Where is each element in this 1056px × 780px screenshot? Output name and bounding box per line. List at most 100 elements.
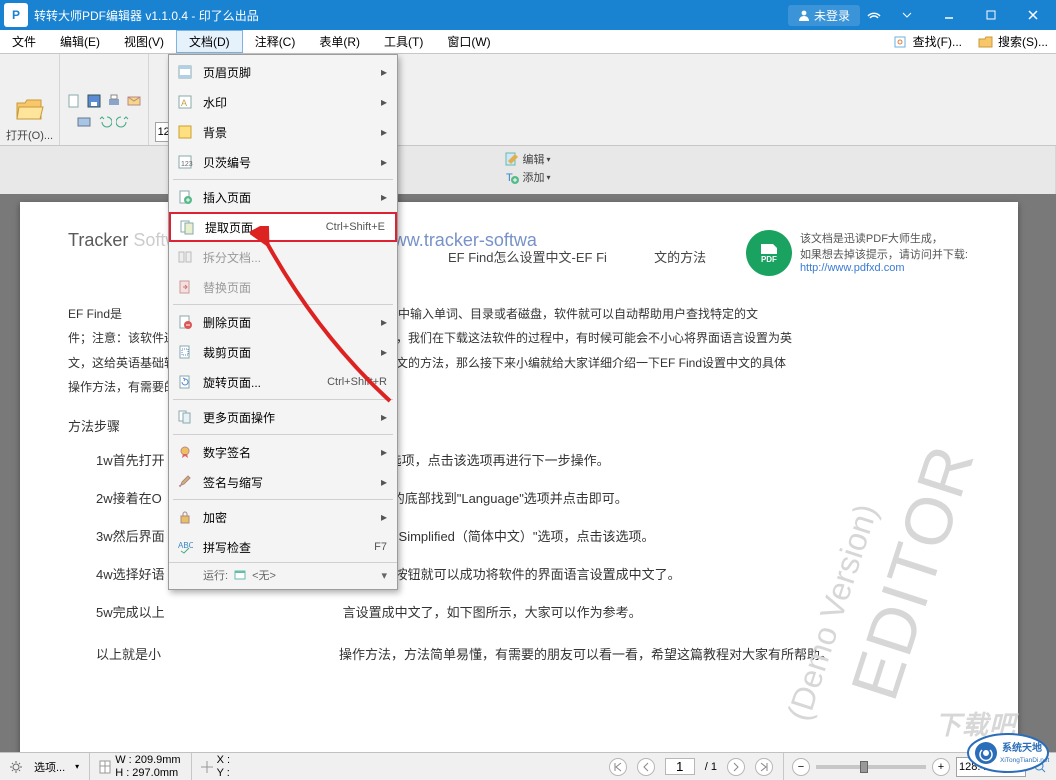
app-logo: P	[4, 3, 28, 27]
svg-text:A: A	[181, 98, 187, 108]
lock-icon	[175, 507, 195, 527]
redo-icon[interactable]	[116, 113, 132, 129]
close-button[interactable]	[1014, 0, 1052, 30]
open-button[interactable]: 打开(O)...	[6, 93, 53, 143]
delete-page-icon	[175, 312, 195, 332]
page-total: / 1	[705, 761, 717, 773]
header-footer-icon	[175, 62, 195, 82]
watermark-icon: A	[175, 92, 195, 112]
window-title: 转转大师PDF编辑器 v1.1.0.4 - 印了么出品	[34, 7, 788, 24]
menu-delete-page[interactable]: 删除页面▸	[169, 307, 397, 337]
find-button[interactable]: 查找(F)...	[885, 30, 970, 53]
rotate-icon	[175, 372, 195, 392]
titlebar: P 转转大师PDF编辑器 v1.1.0.4 - 印了么出品 未登录	[0, 0, 1056, 30]
search-button[interactable]: 搜索(S)...	[970, 30, 1056, 53]
svg-text:系统天地: 系统天地	[1002, 741, 1042, 754]
page-input[interactable]	[665, 758, 695, 775]
ribbon-open-group: 打开(O)...	[0, 54, 60, 145]
pdfxd-link[interactable]: http://www.pdfxd.com	[800, 262, 905, 274]
zoom-minus-button[interactable]: −	[792, 758, 810, 776]
replace-icon	[175, 277, 195, 297]
pdf-badge-icon: PDF	[746, 230, 792, 276]
pages-icon	[175, 407, 195, 427]
save-icon[interactable]	[86, 93, 102, 109]
menu-form[interactable]: 表单(R)	[307, 30, 372, 53]
add-button[interactable]: T添加▾	[504, 169, 550, 185]
zoom-slider[interactable]	[816, 765, 926, 769]
maximize-button[interactable]	[972, 0, 1010, 30]
window-icon	[234, 569, 246, 581]
user-status[interactable]: 未登录	[788, 5, 860, 26]
page-size: W : 209.9mmH : 297.0mm	[89, 753, 180, 780]
split-icon	[175, 247, 195, 267]
svg-text:123: 123	[181, 161, 193, 168]
new-icon[interactable]	[66, 93, 82, 109]
cert-icon	[175, 442, 195, 462]
dropdown-button[interactable]	[888, 0, 926, 30]
menu-replace-page[interactable]: 替换页面	[169, 272, 397, 302]
user-icon	[798, 9, 810, 21]
menu-extract-page[interactable]: 提取页面...Ctrl+Shift+E	[169, 212, 397, 242]
mail-icon[interactable]	[126, 93, 142, 109]
menu-document[interactable]: 文档(D)	[176, 30, 243, 53]
print-icon[interactable]	[106, 93, 122, 109]
text-add-icon: T	[504, 169, 520, 185]
crop-icon	[175, 342, 195, 362]
ribbon: 打开(O)... ▾ 放大 缩小	[0, 54, 1056, 146]
menu-more-page-ops[interactable]: 更多页面操作▸	[169, 402, 397, 432]
svg-text:ABC: ABC	[178, 541, 193, 550]
menu-bates[interactable]: 123贝茨编号▸	[169, 147, 397, 177]
zoom-plus-button[interactable]: +	[932, 758, 950, 776]
menu-tool[interactable]: 工具(T)	[372, 30, 435, 53]
menu-edit[interactable]: 编辑(E)	[48, 30, 112, 53]
menu-window[interactable]: 窗口(W)	[435, 30, 502, 53]
folder-open-icon	[14, 93, 46, 125]
ribbon-quick-group	[60, 54, 149, 145]
menubar: 文件 编辑(E) 视图(V) 文档(D) 注释(C) 表单(R) 工具(T) 窗…	[0, 30, 1056, 54]
first-page-button[interactable]	[609, 758, 627, 776]
document-viewport[interactable]: Tracker Software (Canada) Ltd. • http://…	[0, 194, 1056, 752]
spellcheck-icon: ABC	[175, 537, 195, 557]
menu-signature[interactable]: 签名与缩写▸	[169, 467, 397, 497]
menu-view[interactable]: 视图(V)	[112, 30, 176, 53]
site-badge: 系统天地 XiTongTianDi.net	[966, 732, 1050, 774]
background-icon	[175, 122, 195, 142]
bates-icon: 123	[175, 152, 195, 172]
menu-annotate[interactable]: 注释(C)	[243, 30, 308, 53]
menu-background[interactable]: 背景▸	[169, 117, 397, 147]
menu-run-row[interactable]: 运行:<无>▾	[169, 562, 397, 587]
cursor-pos: X :Y :	[191, 753, 230, 780]
wifi-icon[interactable]	[864, 5, 884, 25]
menu-watermark[interactable]: A水印▸	[169, 87, 397, 117]
menu-spellcheck[interactable]: ABC拼写检查F7	[169, 532, 397, 562]
folder-search-icon	[978, 34, 994, 50]
next-page-button[interactable]	[727, 758, 745, 776]
menu-split[interactable]: 拆分文档...	[169, 242, 397, 272]
menu-file[interactable]: 文件	[0, 30, 48, 53]
scan-icon[interactable]	[76, 113, 92, 129]
insert-page-icon	[175, 187, 195, 207]
menu-header-footer[interactable]: 页眉页脚▸	[169, 57, 397, 87]
menu-encrypt[interactable]: 加密▸	[169, 502, 397, 532]
document-menu: 页眉页脚▸ A水印▸ 背景▸ 123贝茨编号▸ 插入页面▸ 提取页面...Ctr…	[168, 54, 398, 590]
menu-insert-page[interactable]: 插入页面▸	[169, 182, 397, 212]
find-icon	[893, 34, 909, 50]
crosshair-icon	[200, 760, 214, 774]
last-page-button[interactable]	[755, 758, 773, 776]
edit-icon	[504, 151, 520, 167]
prev-page-button[interactable]	[637, 758, 655, 776]
statusbar: 选项...▾ W : 209.9mmH : 297.0mm X :Y : / 1…	[0, 752, 1056, 780]
svg-text:XiTongTianDi.net: XiTongTianDi.net	[1000, 757, 1049, 764]
doc-subtitle: EF Find怎么设置中文-EF Fi	[448, 250, 607, 265]
minimize-button[interactable]	[930, 0, 968, 30]
menu-crop-page[interactable]: 裁剪页面▸	[169, 337, 397, 367]
pen-icon	[175, 472, 195, 492]
extract-page-icon	[177, 217, 197, 237]
options-button[interactable]: 选项...	[34, 759, 65, 775]
gear-icon[interactable]	[8, 759, 24, 775]
undo-icon[interactable]	[96, 113, 112, 129]
edit-button[interactable]: 编辑▾	[504, 151, 550, 167]
menu-digital-sign[interactable]: 数字签名▸	[169, 437, 397, 467]
menu-rotate-page[interactable]: 旋转页面...Ctrl+Shift+R	[169, 367, 397, 397]
page-dim-icon	[98, 759, 112, 775]
